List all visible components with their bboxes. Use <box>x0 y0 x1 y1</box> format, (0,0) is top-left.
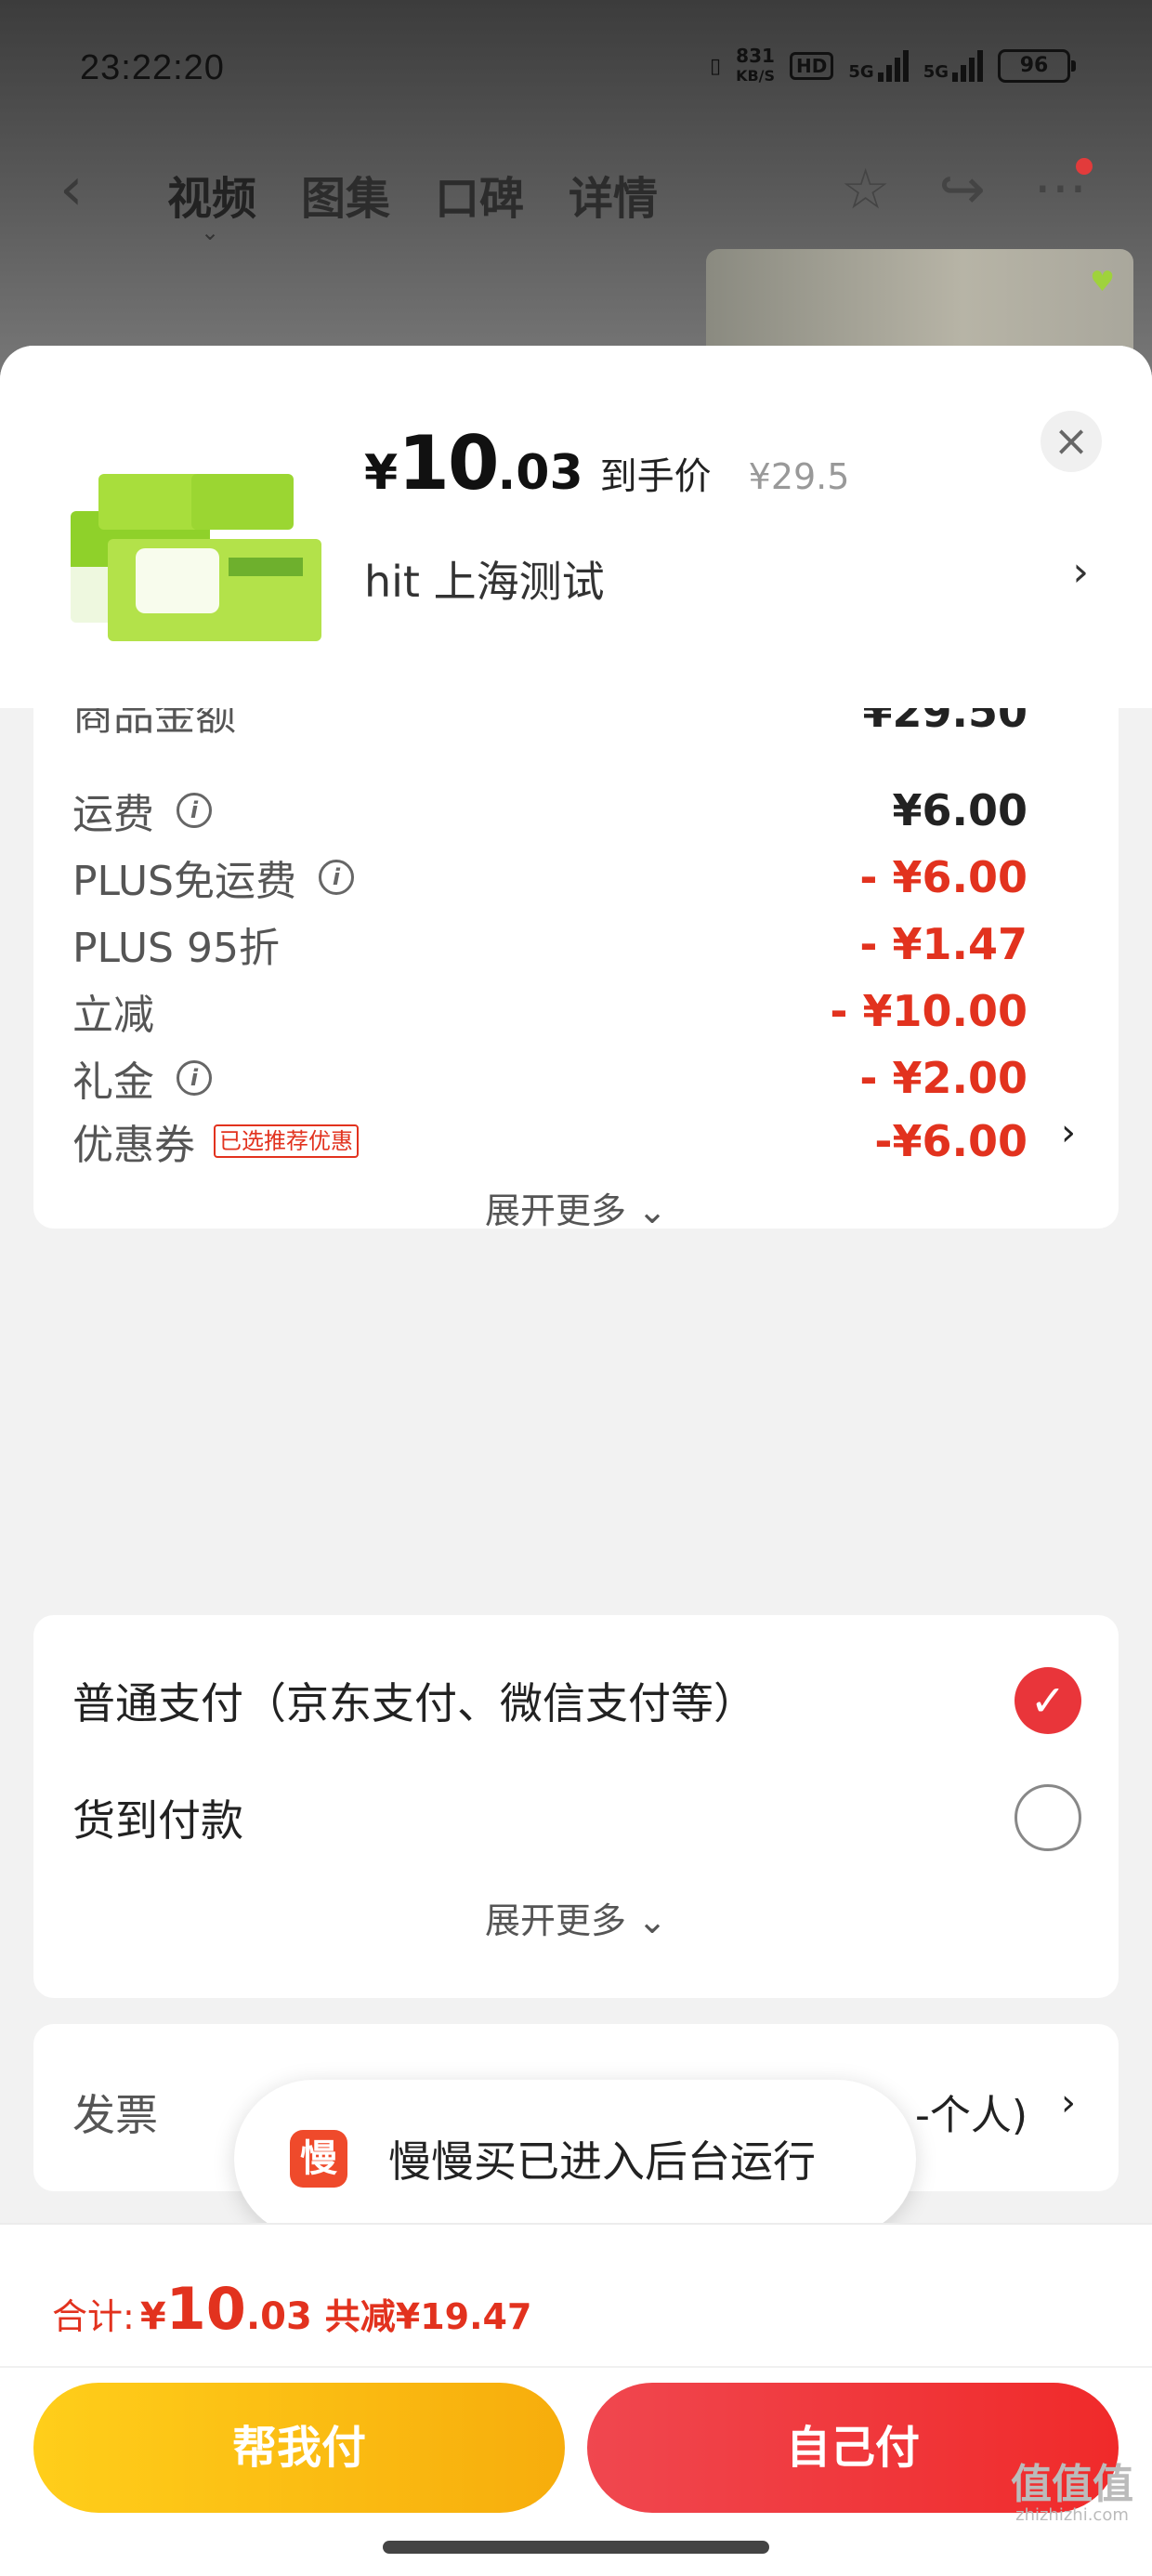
info-icon[interactable]: i <box>177 1060 212 1096</box>
recommended-coupon-badge: 已选推荐优惠 <box>214 1124 359 1158</box>
total-currency: ¥ <box>139 2295 166 2338</box>
battery-icon: 96 <box>998 49 1076 83</box>
tab-reviews[interactable]: 口碑 <box>435 162 524 227</box>
back-icon[interactable]: ‹ <box>59 160 84 219</box>
payment-option-normal[interactable]: 普通支付（京东支付、微信支付等） ✓ <box>72 1663 1081 1738</box>
fee-row-shipping: 运费 i ¥6.00 <box>72 785 1028 838</box>
notification-dot <box>1076 158 1093 175</box>
original-price: ¥29.5 <box>748 456 850 497</box>
hd-icon: HD <box>790 52 834 80</box>
more-icon[interactable]: ··· <box>1034 158 1093 219</box>
fee-row-goods-amount: 商品金额 ¥29.50 <box>72 708 1028 740</box>
price-integer: 10 <box>398 420 499 506</box>
vibrate-icon: ▯ <box>709 54 722 78</box>
network-speed: 831 KB/S <box>736 45 776 85</box>
brand-logo: ♥ <box>1090 266 1115 298</box>
fee-row-coupon[interactable]: 优惠券 已选推荐优惠 -¥6.00 <box>72 1113 1028 1169</box>
chevron-down-icon: ⌄ <box>637 1190 667 1229</box>
total-integer: 10 <box>165 2275 246 2343</box>
radio-unchecked[interactable] <box>1015 1784 1081 1851</box>
total-decimal: .03 <box>245 2295 312 2338</box>
info-icon[interactable]: i <box>177 793 212 828</box>
page-tabs: 视频 图集 口碑 详情 <box>167 162 658 227</box>
checked-icon[interactable]: ✓ <box>1015 1667 1081 1734</box>
nav-actions: ☆ ↪ ··· <box>841 158 1093 219</box>
background-running-toast: 慢 慢慢买已进入后台运行 <box>234 2080 916 2238</box>
invoice-value: -个人) <box>914 2092 1028 2139</box>
close-button[interactable]: × <box>1041 411 1102 472</box>
manmanmai-app-icon: 慢 <box>290 2130 347 2188</box>
tab-video[interactable]: 视频 <box>167 162 256 227</box>
site-watermark: 值值值 zhizhizhi.com <box>1011 2461 1133 2526</box>
checkout-footer: 合计: ¥ 10 .03 共减¥19.47 帮我付 自己付 <box>0 2223 1152 2576</box>
toast-message: 慢慢买已进入后台运行 <box>388 2136 816 2187</box>
help-me-pay-button[interactable]: 帮我付 <box>33 2383 565 2513</box>
info-icon[interactable]: i <box>319 860 354 895</box>
payment-method-card: 普通支付（京东支付、微信支付等） ✓ 货到付款 展开更多 ⌄ <box>33 1615 1119 1998</box>
status-icons: ▯ 831 KB/S HD 5G 5G 96 <box>709 45 1076 85</box>
status-bar: 23:22:20 ▯ 831 KB/S HD 5G 5G 96 <box>0 0 1152 139</box>
tab-indicator: ⌄ <box>201 219 220 245</box>
signal-icon-1: 5G <box>848 50 909 82</box>
price-row: ¥ 10 .03 到手价 ¥29.5 <box>364 420 849 506</box>
expand-more-fees[interactable]: 展开更多 ⌄ <box>33 1182 1119 1229</box>
favorite-star-icon[interactable]: ☆ <box>841 160 891 219</box>
payment-option-cod[interactable]: 货到付款 <box>72 1781 1081 1855</box>
signal-icon-2: 5G <box>923 50 983 82</box>
share-icon[interactable]: ↪ <box>939 160 986 219</box>
total-row: 合计: ¥ 10 .03 共减¥19.47 <box>52 2275 531 2343</box>
total-label: 合计: <box>52 2296 135 2337</box>
status-time: 23:22:20 <box>80 48 225 87</box>
chevron-down-icon: ⌄ <box>637 1900 667 1941</box>
address-text[interactable]: hit 上海测试 <box>364 548 605 610</box>
fee-row-plus-discount: PLUS 95折 - ¥1.47 <box>72 919 1028 972</box>
sheet-header: ¥ 10 .03 到手价 ¥29.5 hit 上海测试 › × <box>0 346 1152 708</box>
chevron-right-icon[interactable]: › <box>1061 1111 1076 1154</box>
price-currency: ¥ <box>364 445 399 501</box>
total-savings: 共减¥19.47 <box>324 2296 532 2337</box>
price-decimal: .03 <box>497 445 583 501</box>
chevron-right-icon[interactable]: › <box>1061 2082 1076 2124</box>
fee-breakdown-card: 商品金额 ¥29.50 运费 i ¥6.00 PLUS免运费 i - ¥6.00 P… <box>33 708 1119 1229</box>
footer-divider <box>0 2366 1152 2368</box>
expand-more-payment[interactable]: 展开更多 ⌄ <box>33 1892 1119 1943</box>
chevron-right-icon[interactable]: › <box>1072 548 1089 596</box>
invoice-label: 发票 <box>72 2090 158 2140</box>
tab-gallery[interactable]: 图集 <box>301 162 390 227</box>
product-thumbnail <box>71 474 321 641</box>
product-page-nav: ‹ 视频 图集 口碑 详情 ⌄ ☆ ↪ ··· <box>0 139 1152 245</box>
fee-row-gift-money: 礼金 i - ¥2.00 <box>72 1053 1028 1106</box>
fee-row-instant-discount: 立减 - ¥10.00 <box>72 986 1028 1039</box>
tab-details[interactable]: 详情 <box>569 162 658 227</box>
final-price-label: 到手价 <box>599 455 712 498</box>
home-indicator[interactable] <box>383 2541 769 2554</box>
fee-row-plus-free-shipping: PLUS免运费 i - ¥6.00 <box>72 852 1028 905</box>
